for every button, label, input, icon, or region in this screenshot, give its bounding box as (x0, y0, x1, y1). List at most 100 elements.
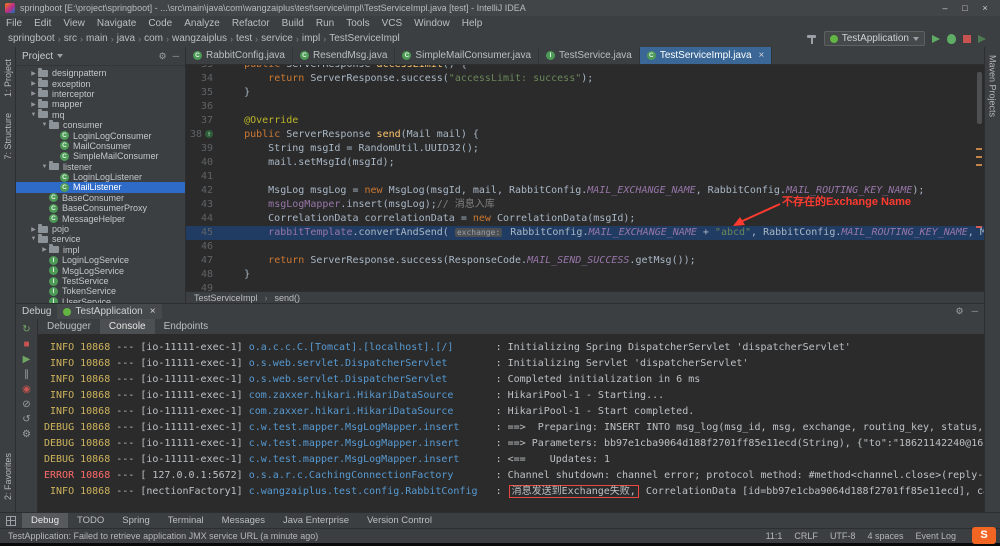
project-tree-item[interactable]: C MailListener (16, 182, 185, 193)
tool-strip-label[interactable]: Maven Projects (988, 55, 998, 117)
editor-tab[interactable]: I TestService.java (539, 47, 640, 64)
project-tree-item[interactable]: C BaseConsumerProxy (16, 203, 185, 213)
tree-expand-icon[interactable]: ▶ (29, 101, 38, 108)
menu-item[interactable]: View (57, 18, 91, 29)
project-tree-item[interactable]: ▼ listener (16, 161, 185, 172)
editor-tab[interactable]: C SimpleMailConsumer.java (395, 47, 540, 64)
tree-expand-icon[interactable]: ▼ (40, 164, 49, 170)
breadcrumb-item[interactable]: com (144, 33, 163, 44)
project-tree-item[interactable]: ▶ designpattern (16, 67, 185, 78)
editor-tab[interactable]: C ResendMsg.java (293, 47, 396, 64)
mute-breakpoints-icon[interactable]: ⊘ (16, 397, 37, 412)
breadcrumb-item[interactable]: wangzaiplus (172, 33, 227, 44)
error-stripe-mark[interactable] (976, 226, 982, 228)
editor-code[interactable]: 33 public ServerResponse accessLimit() {… (186, 65, 984, 291)
stop-icon[interactable]: ■ (16, 337, 37, 352)
tree-expand-icon[interactable]: ▶ (29, 90, 38, 97)
project-tree-item[interactable]: I MsgLogService (16, 265, 185, 276)
resume-icon[interactable]: ▶ (16, 352, 37, 367)
restore-layout-icon[interactable]: ↺ (16, 412, 37, 427)
chevron-down-icon[interactable] (57, 54, 64, 58)
editor-breadcrumb-item[interactable]: send() (275, 293, 301, 303)
breadcrumb-item[interactable]: main (86, 33, 108, 44)
status-item[interactable]: CRLF (794, 531, 818, 541)
stop-button-icon[interactable] (963, 34, 971, 43)
override-marker-icon[interactable]: ↑ (205, 130, 213, 138)
debug-session-tab[interactable]: TestApplication × (57, 304, 162, 319)
editor-tab[interactable]: C RabbitConfig.java (186, 47, 293, 64)
project-tree-item[interactable]: I TestService (16, 276, 185, 286)
tree-expand-icon[interactable]: ▶ (29, 226, 38, 233)
close-tab-icon[interactable]: × (759, 50, 765, 61)
toolwindow-button-java-enterprise[interactable]: Java Enterprise (274, 513, 358, 529)
breadcrumb-item[interactable]: service (261, 33, 293, 44)
toolwindow-button-terminal[interactable]: Terminal (159, 513, 213, 529)
window-control-button[interactable]: □ (955, 3, 975, 13)
toolwindow-button-spring[interactable]: Spring (113, 513, 158, 529)
breadcrumb-item[interactable]: impl (302, 33, 320, 44)
view-breakpoints-icon[interactable]: ◉ (16, 382, 37, 397)
menu-item[interactable]: Analyze (178, 18, 226, 29)
breadcrumb-item[interactable]: TestServiceImpl (329, 33, 400, 44)
run-config-select[interactable]: TestApplication (823, 31, 925, 46)
breadcrumb-item[interactable]: test (236, 33, 252, 44)
menu-item[interactable]: Edit (28, 18, 57, 29)
editor-scrollbar[interactable] (977, 72, 982, 124)
menu-item[interactable]: Run (310, 18, 340, 29)
menu-item[interactable]: Navigate (91, 18, 142, 29)
project-tree-item[interactable]: C LoginLogConsumer (16, 130, 185, 141)
tree-expand-icon[interactable]: ▶ (40, 246, 49, 253)
breadcrumb-item[interactable]: src (64, 33, 77, 44)
project-tree-item[interactable]: C LoginLogListener (16, 172, 185, 182)
window-control-button[interactable]: – (935, 3, 955, 13)
tool-strip-label[interactable]: 1: Project (3, 59, 13, 97)
project-tree-item[interactable]: C MailConsumer (16, 141, 185, 151)
status-item[interactable]: UTF-8 (830, 531, 856, 541)
tool-strip-label[interactable]: 7: Structure (3, 113, 13, 160)
toolwindow-button-version-control[interactable]: Version Control (358, 513, 441, 529)
debug-button-icon[interactable] (947, 33, 956, 44)
debug-view-tab-endpoints[interactable]: Endpoints (155, 319, 217, 334)
toolwindow-button-debug[interactable]: Debug (22, 512, 68, 529)
project-tree-item[interactable]: ▶ exception (16, 78, 185, 89)
pause-icon[interactable]: ∥ (16, 367, 37, 382)
project-tree-item[interactable]: ▼ service (16, 233, 185, 244)
ime-icon[interactable]: S (972, 527, 996, 544)
project-tree-item[interactable]: ▼ mq (16, 109, 185, 120)
tree-expand-icon[interactable]: ▼ (40, 122, 49, 128)
project-tree-item[interactable]: C BaseConsumer (16, 193, 185, 203)
menu-item[interactable]: File (0, 18, 28, 29)
tree-expand-icon[interactable]: ▶ (29, 80, 38, 87)
menu-item[interactable]: Help (456, 18, 489, 29)
breadcrumb-item[interactable]: java (117, 33, 135, 44)
menu-item[interactable]: Window (408, 18, 456, 29)
rerun-icon[interactable]: ↻ (16, 322, 37, 337)
project-tree-item[interactable]: ▼ consumer (16, 119, 185, 130)
status-item[interactable]: Event Log (915, 531, 956, 541)
tree-expand-icon[interactable]: ▼ (29, 112, 38, 118)
project-tree-item[interactable]: ▶ mapper (16, 98, 185, 109)
settings-icon[interactable]: ⚙ (159, 51, 167, 62)
menu-item[interactable]: Build (276, 18, 310, 29)
warning-stripe-mark[interactable] (976, 156, 982, 158)
toolwindow-button-messages[interactable]: Messages (213, 513, 274, 529)
project-tree-item[interactable]: ▶ pojo (16, 223, 185, 234)
editor-breadcrumb-item[interactable]: TestServiceImpl (194, 293, 258, 303)
tool-strip-label[interactable]: 2: Favorites (3, 453, 13, 500)
run-button-icon[interactable] (932, 34, 940, 43)
tree-expand-icon[interactable]: ▶ (29, 70, 38, 77)
settings-icon[interactable]: ⚙ (16, 427, 37, 442)
close-session-icon[interactable]: × (150, 306, 156, 317)
breadcrumb-item[interactable]: springboot (8, 33, 55, 44)
menu-item[interactable]: Refactor (226, 18, 276, 29)
menu-item[interactable]: VCS (376, 18, 409, 29)
hide-panel-icon[interactable]: ─ (173, 51, 179, 62)
hide-panel-icon[interactable]: ─ (972, 306, 978, 317)
warning-stripe-mark[interactable] (976, 164, 982, 166)
settings-icon[interactable]: ⚙ (956, 306, 964, 317)
project-tree-item[interactable]: ▶ interceptor (16, 88, 185, 99)
warning-stripe-mark[interactable] (976, 148, 982, 150)
editor-tab[interactable]: C TestServiceImpl.java × (639, 47, 773, 64)
window-control-button[interactable]: × (975, 3, 995, 13)
project-tree-item[interactable]: I TokenService (16, 286, 185, 296)
